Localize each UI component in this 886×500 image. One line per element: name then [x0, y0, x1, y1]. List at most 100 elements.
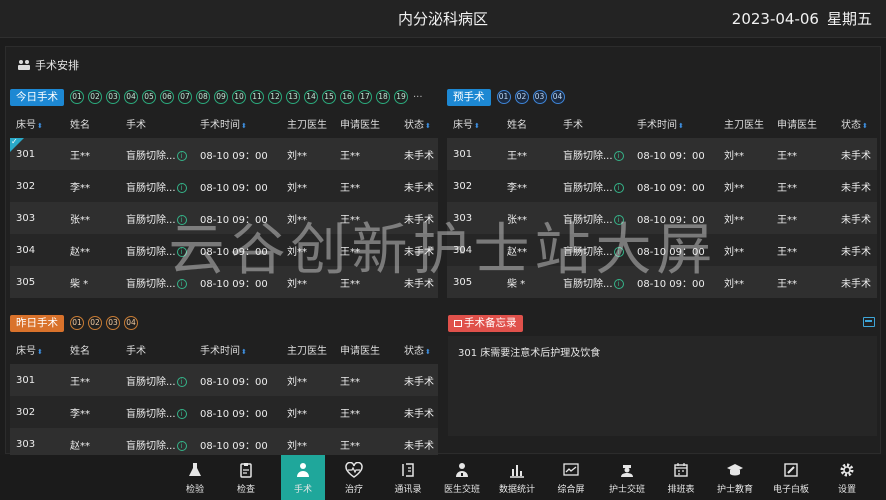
nav-overview[interactable]: 综合屏 — [550, 455, 592, 500]
yesterday-surgery-tab[interactable]: 昨日手术 — [10, 314, 64, 332]
nav-treatment[interactable]: 治疗 — [333, 455, 375, 500]
cell-surgeon: 刘** — [287, 182, 307, 194]
column-header-status[interactable]: 状态⬍ — [404, 342, 431, 357]
info-icon[interactable]: i — [613, 214, 624, 225]
page-07-button[interactable]: 07 — [178, 90, 192, 104]
cell-status: 未手术 — [404, 408, 434, 420]
table-row[interactable]: 302 李** 盲肠切除... i 08-10 09：00 刘** 王** 未手术 — [447, 170, 877, 202]
page-16-button[interactable]: 16 — [340, 90, 354, 104]
sort-icon[interactable]: ⬍ — [425, 348, 431, 356]
page-02-button[interactable]: 02 — [514, 90, 529, 104]
nav-schedule[interactable]: 排班表 — [660, 455, 702, 500]
table-row[interactable]: 302 李** 盲肠切除... i 08-10 09：00 刘** 王** 未手术 — [10, 170, 438, 202]
column-header-surgeon: 主刀医生 — [287, 342, 327, 357]
page-03-button[interactable]: 03 — [106, 90, 120, 104]
cell-time: 08-10 09：00 — [200, 278, 268, 290]
table-row[interactable]: 303 张** 盲肠切除... i 08-10 09：00 刘** 王** 未手术 — [447, 202, 877, 234]
page-10-button[interactable]: 10 — [232, 90, 246, 104]
page-14-button[interactable]: 14 — [304, 90, 318, 104]
info-icon[interactable]: i — [176, 246, 187, 257]
info-icon[interactable]: i — [613, 246, 624, 257]
sort-icon[interactable]: ⬍ — [425, 122, 431, 130]
sort-icon[interactable]: ⬍ — [241, 348, 247, 356]
column-header-bed[interactable]: 床号⬍ — [16, 116, 43, 131]
nav-whiteboard[interactable]: 电子白板 — [770, 455, 812, 500]
table-row[interactable]: 305 柴 * 盲肠切除... i 08-10 09：00 刘** 王** 未手术 — [10, 266, 438, 298]
table-row[interactable]: 301 王** 盲肠切除... i 08-10 09：00 刘** 王** 未手术 ✓ — [10, 137, 438, 170]
info-icon[interactable]: i — [176, 440, 187, 451]
table-row[interactable]: 305 柴 * 盲肠切除... i 08-10 09：00 刘** 王** 未手术 — [447, 266, 877, 298]
table-row[interactable]: 301 王** 盲肠切除... i 08-10 09：00 刘** 王** 未手术 — [10, 364, 438, 396]
page-15-button[interactable]: 15 — [322, 90, 336, 104]
page-01-button[interactable]: 01 — [496, 90, 511, 104]
page-13-button[interactable]: 13 — [286, 90, 300, 104]
page-03-button[interactable]: 03 — [106, 316, 120, 330]
column-header-time[interactable]: 手术时间⬍ — [200, 342, 247, 357]
page-02-button[interactable]: 02 — [88, 316, 102, 330]
page-17-button[interactable]: 17 — [358, 90, 372, 104]
info-icon[interactable]: i — [613, 150, 624, 161]
page-04-button[interactable]: 04 — [550, 90, 565, 104]
cell-surgery: 盲肠切除... i — [563, 243, 624, 258]
table-row[interactable]: 304 赵** 盲肠切除... i 08-10 09：00 刘** 王** 未手术 — [10, 234, 438, 266]
planned-surgery-tab[interactable]: 预手术 — [447, 88, 491, 106]
column-header-status[interactable]: 状态⬍ — [841, 116, 868, 131]
page-19-button[interactable]: 19 — [394, 90, 408, 104]
info-icon[interactable]: i — [176, 278, 187, 289]
table-row[interactable]: 301 王** 盲肠切除... i 08-10 09：00 刘** 王** 未手术 — [447, 138, 877, 170]
column-header-status[interactable]: 状态⬍ — [404, 116, 431, 131]
page-01-button[interactable]: 01 — [70, 316, 84, 330]
edit-memo-icon[interactable] — [863, 317, 875, 327]
page-06-button[interactable]: 06 — [160, 90, 174, 104]
info-icon[interactable]: i — [613, 278, 624, 289]
info-icon[interactable]: i — [176, 376, 187, 387]
nav-stats[interactable]: 数据统计 — [496, 455, 538, 500]
nav-doctor-handover[interactable]: 医生交班 — [441, 455, 483, 500]
table-row[interactable]: 304 赵** 盲肠切除... i 08-10 09：00 刘** 王** 未手术 — [447, 234, 877, 266]
column-header-bed[interactable]: 床号⬍ — [16, 342, 43, 357]
page-01-button[interactable]: 01 — [70, 90, 84, 104]
page-08-button[interactable]: 08 — [196, 90, 210, 104]
page-09-button[interactable]: 09 — [214, 90, 228, 104]
info-icon[interactable]: i — [176, 182, 187, 193]
column-header-bed[interactable]: 床号⬍ — [453, 116, 480, 131]
page-04-button[interactable]: 04 — [124, 316, 138, 330]
page-11-button[interactable]: 11 — [250, 90, 264, 104]
table-row[interactable]: 303 张** 盲肠切除... i 08-10 09：00 刘** 王** 未手术 — [10, 202, 438, 234]
cell-bed: 301 — [453, 148, 473, 160]
nav-settings[interactable]: 设置 — [826, 455, 868, 500]
info-icon[interactable]: i — [176, 408, 187, 419]
sort-icon[interactable]: ⬍ — [241, 122, 247, 130]
nav-exam[interactable]: 检查 — [225, 455, 267, 500]
cell-name: 张** — [70, 214, 90, 226]
column-header-time[interactable]: 手术时间⬍ — [637, 116, 684, 131]
page-12-button[interactable]: 12 — [268, 90, 282, 104]
nav-education[interactable]: 护士教育 — [714, 455, 756, 500]
sort-icon[interactable]: ⬍ — [37, 348, 43, 356]
page-05-button[interactable]: 05 — [142, 90, 156, 104]
today-surgery-tab[interactable]: 今日手术 — [10, 88, 64, 106]
page-02-button[interactable]: 02 — [88, 90, 102, 104]
more-pages-button[interactable]: ··· — [413, 92, 423, 103]
info-icon[interactable]: i — [176, 214, 187, 225]
table-row[interactable]: 302 李** 盲肠切除... i 08-10 09：00 刘** 王** 未手术 — [10, 396, 438, 428]
column-header-applicant: 申请医生 — [340, 342, 380, 357]
info-icon[interactable]: i — [176, 150, 187, 161]
sort-icon[interactable]: ⬍ — [862, 122, 868, 130]
sort-icon[interactable]: ⬍ — [37, 122, 43, 130]
page-18-button[interactable]: 18 — [376, 90, 390, 104]
nav-contacts[interactable]: 通讯录 — [387, 455, 429, 500]
nav-surgery[interactable]: 手术 — [281, 455, 325, 500]
memo-tab[interactable]: 手术备忘录 — [448, 314, 523, 332]
column-header-label: 申请医生 — [340, 345, 380, 357]
cell-time: 08-10 09：00 — [637, 278, 705, 290]
info-icon[interactable]: i — [613, 182, 624, 193]
sort-icon[interactable]: ⬍ — [474, 122, 480, 130]
page-04-button[interactable]: 04 — [124, 90, 138, 104]
page-03-button[interactable]: 03 — [532, 90, 547, 104]
nav-lab[interactable]: 检验 — [174, 455, 216, 500]
column-header-time[interactable]: 手术时间⬍ — [200, 116, 247, 131]
column-header-surgery: 手术 — [126, 116, 146, 131]
nav-nurse-handover[interactable]: 护士交班 — [606, 455, 648, 500]
sort-icon[interactable]: ⬍ — [678, 122, 684, 130]
